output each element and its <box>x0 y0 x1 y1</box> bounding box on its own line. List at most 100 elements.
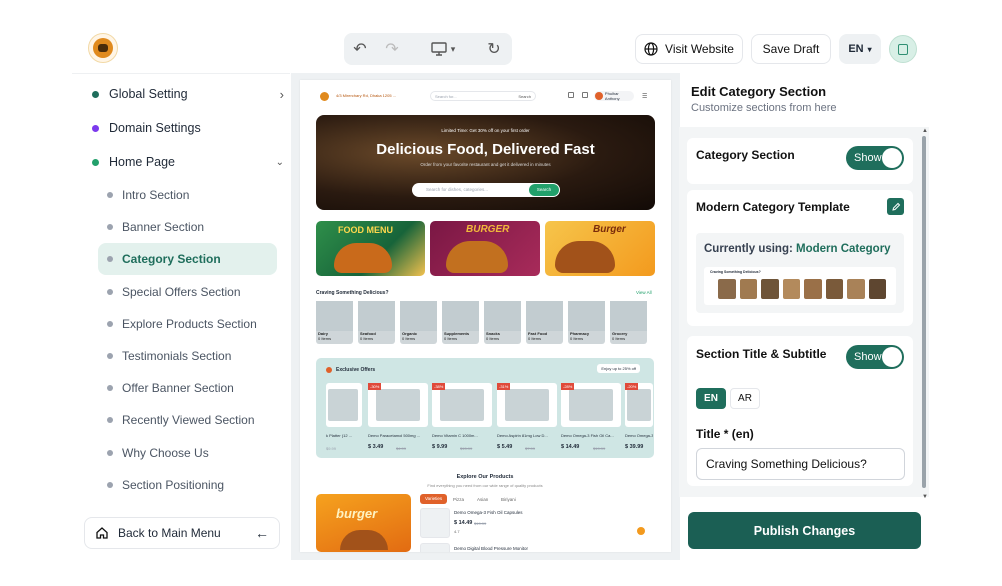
banner-text: BURGER <box>466 224 510 235</box>
sidebar-subitem-intro[interactable]: Intro Section <box>107 185 313 205</box>
sidebar-subitem-offer-banner[interactable]: Offer Banner Section <box>107 378 313 398</box>
hero-search[interactable]: Search for dishes, categories... Search <box>412 183 560 197</box>
cart-icon[interactable] <box>582 92 588 98</box>
scroll-down-icon[interactable]: ▼ <box>922 494 928 500</box>
scrollbar[interactable] <box>922 136 926 488</box>
site-search-button[interactable]: Search <box>518 94 531 99</box>
hero-search-placeholder: Search for dishes, categories... <box>426 187 489 192</box>
promo-banner[interactable]: Burger <box>545 221 655 276</box>
category-tile[interactable]: Pharmacy 0 Items <box>568 301 605 344</box>
category-count: 0 Items <box>444 336 458 341</box>
offer-old-price: $15.99 <box>460 446 473 451</box>
view-all-link[interactable]: View All <box>636 290 652 295</box>
visit-website-button[interactable]: Visit Website <box>635 34 743 64</box>
sidebar-subitem-recently-viewed[interactable]: Recently Viewed Section <box>107 410 313 430</box>
undo-icon[interactable]: ↶ <box>344 33 376 65</box>
bullet <box>107 417 113 423</box>
offer-card[interactable]: -20% <box>625 383 653 427</box>
hero-subtitle: Order from your favorite restaurant and … <box>420 162 551 167</box>
category-tile[interactable]: Organic 0 Items <box>400 301 437 344</box>
category-tile[interactable]: Dairy 0 Items <box>316 301 353 344</box>
explore-subtitle: Find everything you need from our wide r… <box>427 483 543 488</box>
title-visibility-toggle[interactable]: Show <box>846 345 904 369</box>
edit-template-button[interactable] <box>887 198 904 215</box>
offer-card[interactable]: -30% <box>368 383 428 427</box>
offer-card[interactable]: -31% <box>497 383 557 427</box>
panel-subtitle: Customize sections from here <box>691 102 837 114</box>
explore-title: Explore Our Products <box>456 474 514 480</box>
menu-icon[interactable]: ☰ <box>642 93 647 100</box>
promo-card[interactable]: burger <box>316 494 411 552</box>
sidebar-item-global-setting[interactable]: Global Setting › <box>92 84 298 104</box>
redo-icon[interactable]: ↷ <box>376 33 408 65</box>
tab-pizza[interactable]: Pizza <box>453 497 464 502</box>
template-card: Modern Category Template Currently using… <box>687 190 913 326</box>
offer-price: $ 5.49 <box>497 444 513 450</box>
offer-card[interactable]: -28% <box>561 383 621 427</box>
back-to-main-menu-button[interactable]: Back to Main Menu ← <box>84 517 280 549</box>
add-to-cart-icon[interactable] <box>637 527 645 535</box>
tab-varieties[interactable]: Varieties <box>420 494 448 504</box>
site-logo <box>320 92 329 101</box>
user-avatar[interactable] <box>889 35 917 63</box>
offer-name: k Platter (12 ... <box>326 433 353 438</box>
category-tile[interactable]: Seafood 0 Items <box>358 301 395 344</box>
image-placeholder-icon <box>442 301 479 331</box>
bell-icon[interactable] <box>568 92 574 98</box>
device-select[interactable]: ▾ <box>422 42 464 56</box>
publish-button[interactable]: Publish Changes <box>688 512 921 549</box>
sidebar-item-domain-settings[interactable]: Domain Settings <box>92 118 298 138</box>
image-placeholder-icon <box>505 389 549 421</box>
sidebar-subitem-why-choose-us[interactable]: Why Choose Us <box>107 443 313 463</box>
sidebar-subitem-label: Explore Products Section <box>122 317 257 331</box>
tab-asian[interactable]: Asian <box>477 497 488 502</box>
category-tile[interactable]: Grocery 0 Items <box>610 301 647 344</box>
refresh-icon[interactable]: ↻ <box>478 33 510 65</box>
lang-tab-en[interactable]: EN <box>696 388 726 409</box>
category-visibility-toggle[interactable]: Show <box>846 146 904 170</box>
site-search[interactable]: Search for... Search <box>430 91 536 101</box>
site-user-chip[interactable]: Phulhar Anthony <box>594 91 634 101</box>
lang-tab-ar[interactable]: AR <box>730 388 760 409</box>
sidebar-subitem-explore-products[interactable]: Explore Products Section <box>107 314 313 334</box>
sidebar-subitem-label: Testimonials Section <box>122 349 232 363</box>
sidebar: Global Setting › Domain Settings Home Pa… <box>72 73 290 558</box>
image-placeholder-icon <box>610 301 647 331</box>
sidebar-subitem-category[interactable]: Category Section <box>98 243 277 275</box>
hero-search-button[interactable]: Search <box>529 184 559 196</box>
product-name: Demo Digital Blood Pressure Monitor <box>454 546 529 551</box>
image-placeholder-icon <box>376 389 420 421</box>
title-input[interactable]: Craving Something Delicious? <box>696 448 905 480</box>
offer-card[interactable] <box>326 383 362 427</box>
status-dot <box>92 90 99 98</box>
category-count: 0 Items <box>318 336 332 341</box>
using-value: Modern Category <box>796 243 891 255</box>
home-icon <box>96 527 108 539</box>
offer-old-price: $7.99 <box>525 446 536 451</box>
language-select[interactable]: EN ▾ <box>839 34 881 64</box>
bullet <box>107 224 113 230</box>
offer-price: $ 39.99 <box>625 444 644 450</box>
category-tile[interactable]: Supplements 0 Items <box>442 301 479 344</box>
category-tile[interactable]: Fast Food 0 Items <box>526 301 563 344</box>
save-draft-button[interactable]: Save Draft <box>751 34 831 64</box>
offer-price: $ 14.49 <box>561 444 580 450</box>
tab-biriyani[interactable]: Biriyani <box>501 497 516 502</box>
sidebar-subitem-banner[interactable]: Banner Section <box>107 217 313 237</box>
sidebar-subitem-testimonials[interactable]: Testimonials Section <box>107 346 313 366</box>
sidebar-subitem-label: Offer Banner Section <box>122 381 234 395</box>
sidebar-subitem-special-offers[interactable]: Special Offers Section <box>107 282 313 302</box>
product-thumb <box>420 508 450 538</box>
bullet <box>107 385 113 391</box>
image-placeholder-icon <box>440 389 484 421</box>
scroll-up-icon[interactable]: ▲ <box>922 128 928 134</box>
promo-banner[interactable]: BURGER <box>430 221 540 276</box>
promo-banner[interactable]: FOOD MENU <box>316 221 425 276</box>
offer-card[interactable]: -38% <box>432 383 492 427</box>
category-tile[interactable]: Snacks 0 Items <box>484 301 521 344</box>
panel-title: Edit Category Section <box>691 84 827 99</box>
sidebar-subitem-section-positioning[interactable]: Section Positioning <box>107 475 313 495</box>
image-placeholder-icon <box>358 301 395 331</box>
currently-using-text: Currently using: Modern Category <box>704 243 891 255</box>
sidebar-item-home-page[interactable]: Home Page ⌄ <box>92 152 298 172</box>
